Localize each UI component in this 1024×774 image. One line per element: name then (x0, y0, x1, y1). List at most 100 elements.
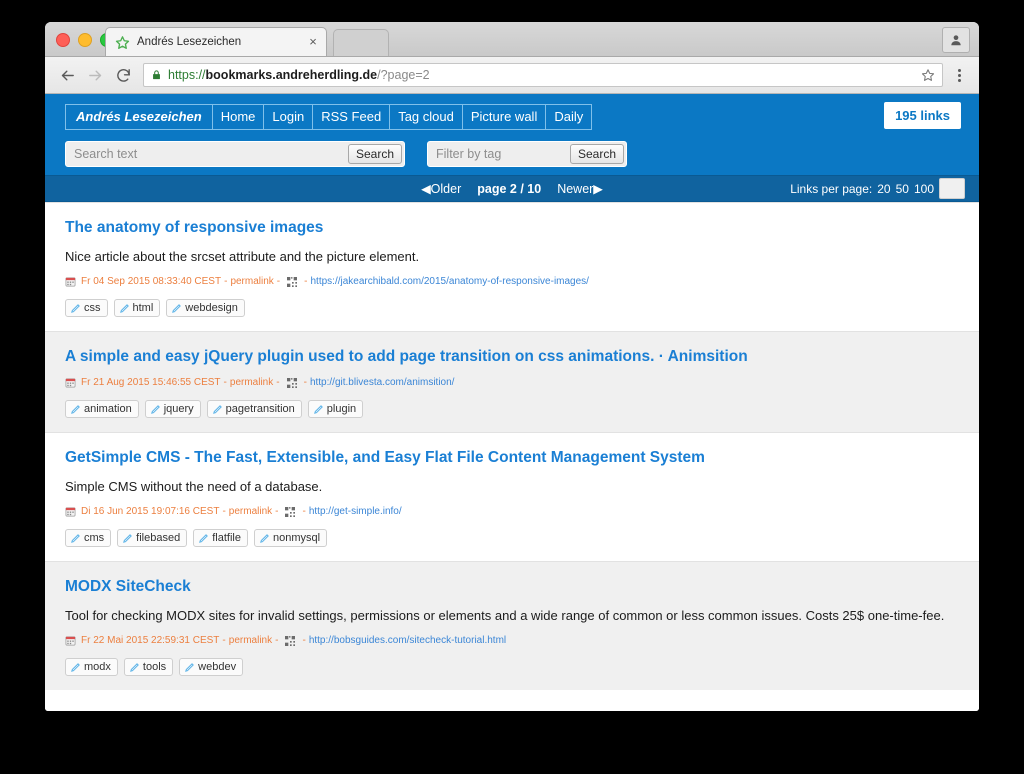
permalink-link[interactable]: permalink (230, 276, 273, 287)
meta-separator: - (224, 276, 228, 287)
pencil-icon (198, 533, 209, 544)
tag-item[interactable]: cms (65, 529, 112, 547)
bookmark-title[interactable]: GetSimple CMS - The Fast, Extensible, an… (65, 448, 959, 467)
meta-separator: - (302, 635, 306, 646)
qr-code-icon[interactable] (287, 276, 298, 287)
tag-item[interactable]: modx (65, 658, 118, 676)
bookmark-title[interactable]: MODX SiteCheck (65, 577, 959, 596)
tag-item[interactable]: jquery (144, 400, 201, 418)
permalink-link[interactable]: permalink (230, 377, 273, 388)
bookmark-entry: GetSimple CMS - The Fast, Extensible, an… (45, 432, 979, 561)
new-tab-button[interactable] (333, 29, 389, 56)
bookmark-url[interactable]: https://jakearchibald.com/2015/anatomy-o… (310, 276, 588, 287)
permalink-link[interactable]: permalink (229, 635, 272, 646)
search-text-input[interactable] (68, 145, 348, 163)
url-path: /?page=2 (377, 68, 430, 82)
per-page-option-100[interactable]: 100 (914, 182, 934, 196)
bookmark-star-icon[interactable] (913, 68, 935, 82)
qr-code-icon[interactable] (285, 506, 296, 517)
tag-item[interactable]: pagetransition (206, 400, 302, 418)
back-button-icon[interactable] (55, 63, 79, 87)
reload-button-icon[interactable] (111, 63, 135, 87)
current-page-label: page 2 / 10 (477, 181, 542, 196)
tag-label: animation (84, 403, 132, 415)
per-page-option-50[interactable]: 50 (896, 182, 909, 196)
bookmark-title[interactable]: A simple and easy jQuery plugin used to … (65, 347, 959, 366)
nav-item-picture-wall[interactable]: Picture wall (461, 104, 546, 130)
qr-code-icon[interactable] (285, 635, 296, 646)
bookmark-description: Simple CMS without the need of a databas… (65, 479, 323, 494)
search-tag-button[interactable]: Search (569, 144, 624, 164)
nav-item-login[interactable]: Login (263, 104, 313, 130)
browser-toolbar: https://bookmarks.andreherdling.de/?page… (45, 57, 979, 94)
page-content: Andrés Lesezeichen Home Login RSS Feed T… (45, 94, 979, 711)
meta-separator: - (275, 506, 279, 517)
tag-label: nonmysql (272, 532, 321, 544)
site-header: Andrés Lesezeichen Home Login RSS Feed T… (45, 94, 979, 175)
bookmark-url[interactable]: http://git.blivesta.com/animsition/ (310, 377, 455, 388)
browser-window: Andrés Lesezeichen × https://bookmarks.a… (45, 22, 979, 711)
tag-item[interactable]: filebased (117, 529, 188, 547)
close-window-button[interactable] (56, 33, 70, 47)
meta-separator: - (222, 635, 226, 646)
tag-item[interactable]: animation (65, 400, 139, 418)
bookmark-url[interactable]: http://get-simple.info/ (309, 506, 402, 517)
paginator-bar: ◀Older page 2 / 10 Newer▶ Links per page… (45, 175, 979, 202)
newer-page-link[interactable]: Newer▶ (557, 181, 603, 196)
pencil-icon (212, 404, 223, 415)
tag-label: html (132, 302, 154, 314)
tag-item[interactable]: tools (123, 658, 174, 676)
browser-menu-icon[interactable] (949, 63, 969, 87)
meta-separator: - (303, 377, 307, 388)
meta-separator: - (275, 635, 279, 646)
profile-avatar-icon[interactable] (942, 27, 970, 53)
tag-item[interactable]: webdesign (166, 299, 245, 317)
pencil-icon (70, 662, 81, 673)
bookmark-meta: Fr 22 Mai 2015 22:59:31 CEST - permalink… (65, 635, 959, 646)
pencil-icon (70, 533, 81, 544)
bookmark-description: Nice article about the srcset attribute … (65, 249, 420, 264)
nav-item-daily[interactable]: Daily (545, 104, 593, 130)
main-navigation: Andrés Lesezeichen Home Login RSS Feed T… (65, 104, 979, 130)
older-page-link[interactable]: ◀Older (421, 181, 461, 196)
links-count-badge[interactable]: 195 links (884, 102, 961, 129)
tag-item[interactable]: nonmysql (253, 529, 328, 547)
pencil-icon (259, 533, 270, 544)
qr-code-icon[interactable] (286, 377, 297, 388)
close-tab-icon[interactable]: × (306, 35, 320, 49)
address-bar[interactable]: https://bookmarks.andreherdling.de/?page… (143, 63, 943, 87)
tag-item[interactable]: flatfile (193, 529, 248, 547)
pencil-icon (70, 303, 81, 314)
per-page-option-20[interactable]: 20 (877, 182, 890, 196)
url-display: https://bookmarks.andreherdling.de/?page… (168, 68, 430, 82)
bookmark-date: Di 16 Jun 2015 19:07:16 CEST (81, 506, 220, 517)
tag-label: modx (84, 661, 111, 673)
per-page-custom-input[interactable] (939, 178, 965, 199)
tag-item[interactable]: css (65, 299, 108, 317)
bookmark-url[interactable]: http://bobsguides.com/sitecheck-tutorial… (309, 635, 506, 646)
menu-dot (957, 78, 961, 82)
meta-separator: - (222, 506, 226, 517)
tag-item[interactable]: html (113, 299, 161, 317)
tag-list: modx tools webdev (65, 658, 959, 676)
tag-item[interactable]: plugin (307, 400, 364, 418)
links-per-page-label: Links per page: (790, 181, 873, 196)
bookmark-title[interactable]: The anatomy of responsive images (65, 218, 959, 237)
minimize-window-button[interactable] (78, 33, 92, 47)
nav-item-home[interactable]: Home (211, 104, 264, 130)
nav-brand[interactable]: Andrés Lesezeichen (65, 104, 212, 130)
pencil-icon (313, 404, 324, 415)
permalink-link[interactable]: permalink (229, 506, 272, 517)
tag-item[interactable]: webdev (179, 658, 244, 676)
tag-filter-form: Search (427, 141, 627, 167)
bookmark-entry: A simple and easy jQuery plugin used to … (45, 331, 979, 432)
pencil-icon (184, 662, 195, 673)
forward-button-icon[interactable] (83, 63, 107, 87)
nav-item-rss-feed[interactable]: RSS Feed (312, 104, 390, 130)
search-text-button[interactable]: Search (347, 144, 402, 164)
browser-tab[interactable]: Andrés Lesezeichen × (105, 27, 327, 56)
nav-item-tag-cloud[interactable]: Tag cloud (389, 104, 462, 130)
calendar-icon (65, 276, 76, 287)
filter-tag-input[interactable] (430, 145, 570, 163)
tag-label: cms (84, 532, 105, 544)
